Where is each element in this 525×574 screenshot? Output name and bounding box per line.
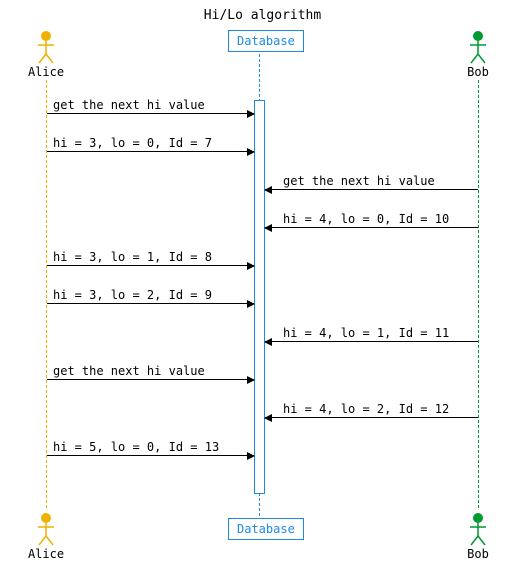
message-label: hi = 4, lo = 2, Id = 12: [283, 402, 449, 416]
person-icon: [468, 30, 488, 64]
actor-bob-bottom: Bob: [448, 512, 508, 561]
person-icon: [36, 512, 56, 546]
message-line: [47, 265, 254, 266]
participant-database-top: Database: [228, 30, 304, 52]
message-line: [265, 227, 478, 228]
actor-alice-label: Alice: [16, 65, 76, 79]
arrow-right-icon: [247, 110, 255, 118]
actor-bob-top: Bob: [448, 30, 508, 79]
message-label: hi = 4, lo = 1, Id = 11: [283, 326, 449, 340]
lifeline-bob: [478, 80, 479, 508]
actor-alice-label: Alice: [16, 547, 76, 561]
message: hi = 5, lo = 0, Id = 13: [47, 440, 254, 456]
arrow-left-icon: [264, 224, 272, 232]
actor-alice-bottom: Alice: [16, 512, 76, 561]
arrow-right-icon: [247, 376, 255, 384]
message-label: hi = 5, lo = 0, Id = 13: [53, 440, 219, 454]
arrow-left-icon: [264, 338, 272, 346]
message: hi = 4, lo = 1, Id = 11: [265, 326, 478, 342]
actor-alice-top: Alice: [16, 30, 76, 79]
message-line: [47, 303, 254, 304]
actor-bob-label: Bob: [448, 65, 508, 79]
diagram-title: Hi/Lo algorithm: [0, 8, 525, 23]
message: hi = 3, lo = 0, Id = 7: [47, 136, 254, 152]
activation-database: [254, 100, 265, 494]
message-line: [47, 113, 254, 114]
arrow-left-icon: [264, 414, 272, 422]
message-line: [47, 379, 254, 380]
message-label: hi = 3, lo = 0, Id = 7: [53, 136, 212, 150]
message: hi = 4, lo = 2, Id = 12: [265, 402, 478, 418]
message: get the next hi value: [47, 98, 254, 114]
message: get the next hi value: [47, 364, 254, 380]
arrow-right-icon: [247, 452, 255, 460]
sequence-diagram: Hi/Lo algorithm Alice Bob Database get t…: [0, 0, 525, 574]
message-line: [265, 341, 478, 342]
person-icon: [36, 30, 56, 64]
arrow-right-icon: [247, 262, 255, 270]
arrow-left-icon: [264, 186, 272, 194]
message: hi = 3, lo = 1, Id = 8: [47, 250, 254, 266]
message: get the next hi value: [265, 174, 478, 190]
arrow-right-icon: [247, 300, 255, 308]
message-line: [47, 455, 254, 456]
message-line: [265, 417, 478, 418]
participant-database-bottom: Database: [228, 518, 304, 540]
message-label: hi = 4, lo = 0, Id = 10: [283, 212, 449, 226]
message-label: get the next hi value: [283, 174, 435, 188]
message-label: hi = 3, lo = 1, Id = 8: [53, 250, 212, 264]
message-label: hi = 3, lo = 2, Id = 9: [53, 288, 212, 302]
arrow-right-icon: [247, 148, 255, 156]
message-label: get the next hi value: [53, 364, 205, 378]
message-line: [47, 151, 254, 152]
message-line: [265, 189, 478, 190]
actor-bob-label: Bob: [448, 547, 508, 561]
message: hi = 3, lo = 2, Id = 9: [47, 288, 254, 304]
message-label: get the next hi value: [53, 98, 205, 112]
person-icon: [468, 512, 488, 546]
message: hi = 4, lo = 0, Id = 10: [265, 212, 478, 228]
